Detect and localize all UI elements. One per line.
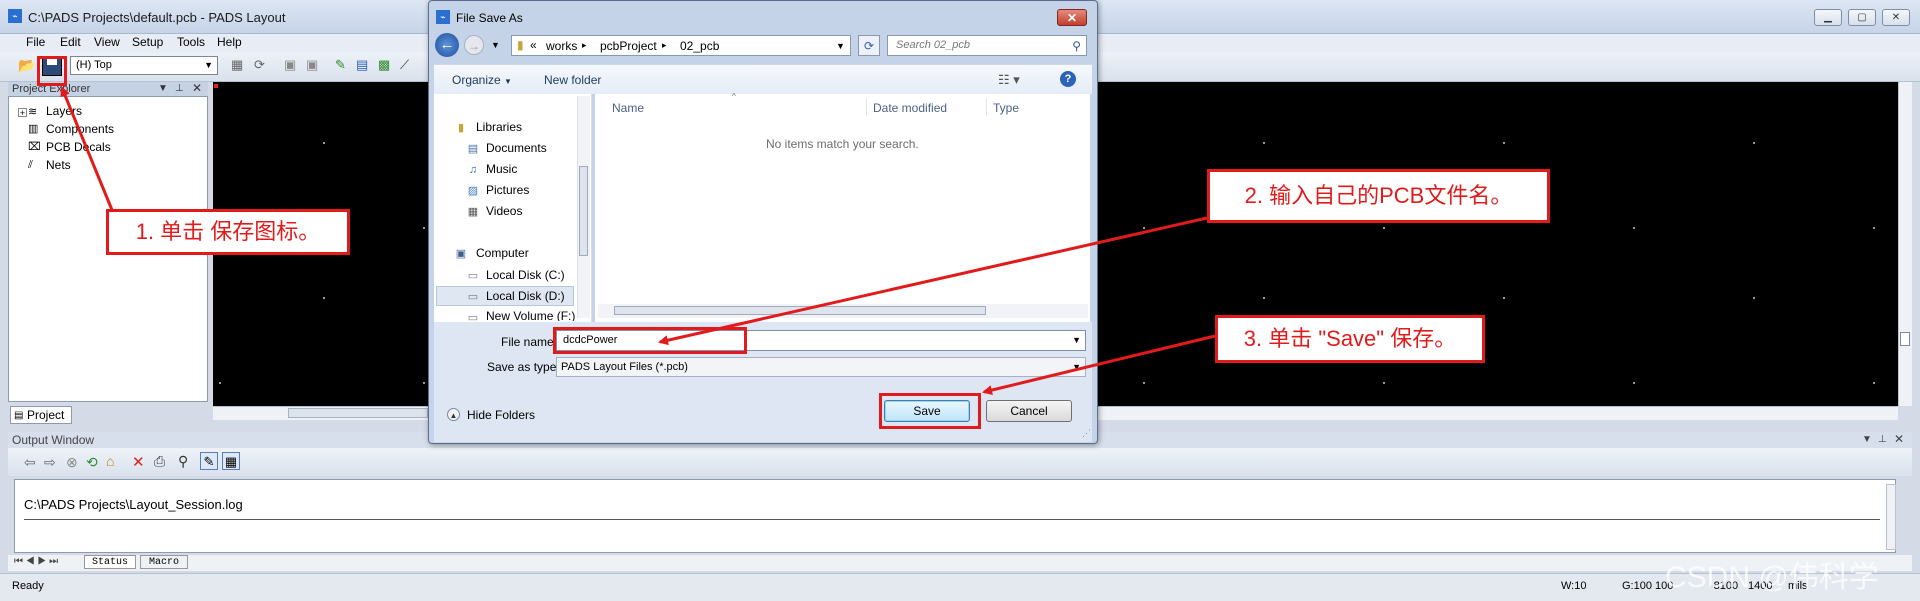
watermark: CSDN @伟科学 xyxy=(1665,561,1879,594)
annotation-arrows xyxy=(60,86,1216,395)
arrow-step-1 xyxy=(60,86,114,211)
arrow-step-3 xyxy=(982,334,1216,395)
arrow-step-2 xyxy=(658,216,1208,346)
